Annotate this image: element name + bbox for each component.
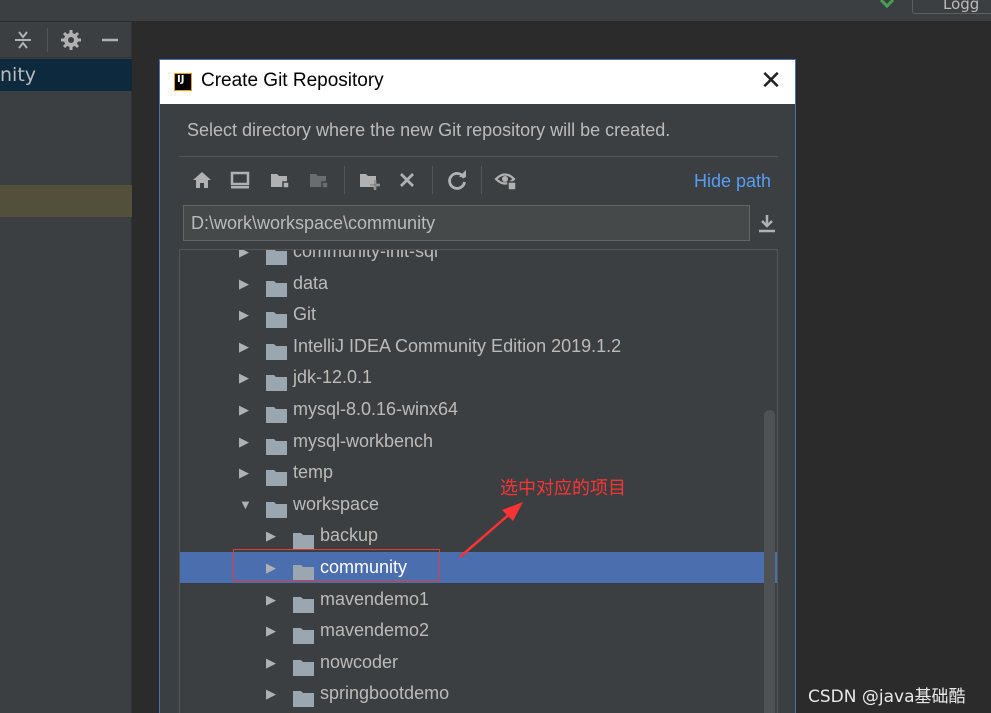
collapse-all-icon[interactable] <box>12 29 34 51</box>
toolbar-separator <box>344 166 345 194</box>
tree-scrollbar[interactable] <box>764 410 775 713</box>
chevron-right-icon[interactable]: ▶ <box>239 299 253 330</box>
module-folder-icon[interactable] <box>306 167 332 193</box>
path-input[interactable] <box>183 205 750 241</box>
green-arrow-icon <box>879 0 895 9</box>
tree-row-label: Git <box>293 304 317 325</box>
tree-row[interactable]: ▶ community-init-sql <box>180 249 777 267</box>
dialog-description: Select directory where the new Git repos… <box>187 120 671 140</box>
directory-tree[interactable]: ▶ springbootdemo ▶ nowcoder ▶ mavendemo2 ▶ mave… <box>179 249 778 713</box>
tree-row[interactable]: ▶ Git <box>180 299 777 330</box>
tree-row-label: mysql-8.0.16-winx64 <box>293 399 459 419</box>
chevron-down-icon[interactable]: ▼ <box>239 489 253 520</box>
tree-row[interactable]: ▶ nowcoder <box>180 647 777 678</box>
show-hidden-icon[interactable] <box>493 167 519 193</box>
tree-row[interactable]: ▶ jdk-12.0.1 <box>180 362 777 393</box>
tree-row-label: springbootdemo <box>320 683 450 704</box>
tree-row[interactable]: ▶ springbootdemo <box>180 678 777 709</box>
folder-icon <box>266 434 287 455</box>
chevron-right-icon[interactable]: ▶ <box>239 362 253 393</box>
delete-icon[interactable] <box>394 167 420 193</box>
folder-icon <box>266 307 287 329</box>
dialog-title: Create Git Repository <box>201 70 384 91</box>
folder-icon <box>266 370 287 392</box>
hide-path-link[interactable]: Hide path <box>694 171 771 192</box>
minimize-icon[interactable] <box>99 29 121 51</box>
create-git-repository-dialog: IJ Create Git Repository ✕ Select direct… <box>159 59 796 713</box>
tree-row-label: jdk-12.0.1 <box>293 367 373 388</box>
divider <box>179 156 778 157</box>
chevron-right-icon[interactable]: ▶ <box>266 615 280 646</box>
annotation-arrow <box>459 502 523 558</box>
gear-icon[interactable] <box>60 29 82 51</box>
chevron-right-icon[interactable]: ▶ <box>266 584 280 615</box>
folder-icon <box>293 686 314 708</box>
tree-row-label: mavendemo1 <box>320 588 430 609</box>
folder-icon <box>293 623 314 645</box>
tree-row[interactable]: ▶ temp <box>180 457 777 488</box>
intellij-logo-icon: IJ <box>174 73 192 91</box>
tree-row[interactable]: ▶ IntelliJ IDEA Community Edition 2019.1.… <box>180 331 777 362</box>
folder-icon <box>293 528 314 550</box>
new-folder-icon[interactable] <box>356 167 382 193</box>
folder-icon <box>266 276 287 297</box>
tree-row-label: community-init-sql <box>293 249 439 261</box>
chevron-right-icon[interactable]: ▶ <box>239 394 253 425</box>
home-icon[interactable] <box>189 167 215 193</box>
chevron-right-icon[interactable]: ▶ <box>266 678 280 709</box>
folder-icon <box>293 592 314 613</box>
tree-row[interactable]: ▶ mavendemo2 <box>180 615 777 646</box>
folder-icon <box>293 655 314 676</box>
refresh-icon[interactable] <box>444 167 470 193</box>
tree-row-label: data <box>293 272 329 293</box>
toolbar-separator <box>432 166 433 194</box>
tree-row[interactable]: ▶ mavendemo1 <box>180 584 777 615</box>
folder-icon <box>266 250 287 265</box>
tree-row-label: backup <box>320 525 379 546</box>
chevron-right-icon[interactable]: ▶ <box>239 268 253 299</box>
folder-icon <box>266 465 287 487</box>
project-tree-selected-item[interactable]: nity <box>0 59 132 91</box>
close-icon[interactable]: ✕ <box>759 68 783 94</box>
tree-row[interactable]: ▶ data <box>180 268 777 299</box>
chevron-right-icon[interactable]: ▶ <box>239 250 253 267</box>
toolbar-separator <box>47 28 48 52</box>
desktop-icon[interactable] <box>227 167 253 193</box>
ide-top-bar: Logg <box>0 0 991 22</box>
folder-icon <box>266 402 287 423</box>
toolbar-separator <box>481 166 482 194</box>
tree-row-label: mavendemo2 <box>320 620 430 641</box>
folder-icon <box>266 497 287 518</box>
project-panel: nity <box>0 22 132 713</box>
tree-row-label: IntelliJ IDEA Community Edition 2019.1.2 <box>293 335 622 356</box>
project-folder-icon[interactable] <box>267 167 293 193</box>
chevron-right-icon[interactable]: ▶ <box>239 331 253 362</box>
dialog-title-bar: IJ Create Git Repository ✕ <box>160 60 795 104</box>
project-tree-highlight-row <box>0 185 132 217</box>
project-panel-toolbar <box>0 22 132 58</box>
chevron-right-icon[interactable]: ▶ <box>239 426 253 457</box>
tree-row-label: mysql-workbench <box>293 430 434 451</box>
chevron-right-icon[interactable]: ▶ <box>266 520 280 551</box>
folder-icon <box>266 339 287 360</box>
download-icon[interactable] <box>756 212 778 234</box>
logger-button[interactable]: Logg <box>912 0 991 14</box>
chevron-right-icon[interactable]: ▶ <box>266 647 280 678</box>
chevron-right-icon[interactable]: ▶ <box>239 457 253 488</box>
highlight-box <box>233 549 440 581</box>
tree-row[interactable]: ▶ mysql-workbench <box>180 426 777 457</box>
tree-row-label: workspace <box>293 493 380 514</box>
tree-row[interactable]: ▶ mysql-8.0.16-winx64 <box>180 394 777 425</box>
tree-row-label: nowcoder <box>320 651 399 672</box>
watermark: CSDN @java基础酷 <box>808 687 966 707</box>
tree-row-label: temp <box>293 462 334 483</box>
